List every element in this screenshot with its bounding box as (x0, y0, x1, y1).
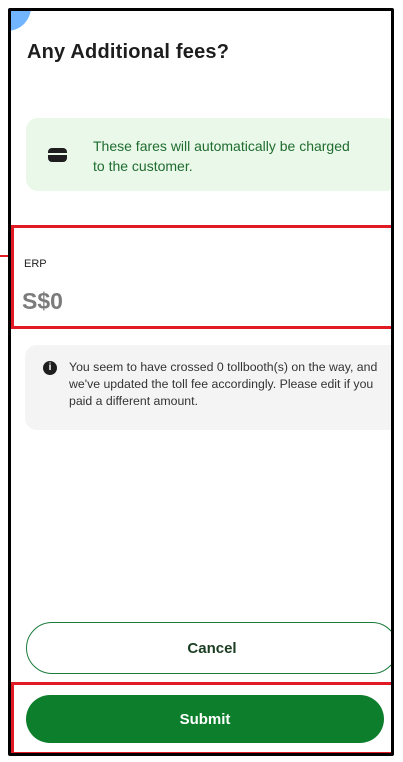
info-icon: i (43, 361, 57, 375)
submit-button[interactable]: Submit (26, 695, 384, 743)
erp-label: ERP (24, 258, 47, 270)
cancel-button[interactable]: Cancel (26, 622, 391, 674)
erp-field[interactable]: ERP S$0 (11, 225, 391, 329)
corner-decoration (11, 11, 31, 31)
card-icon (48, 148, 67, 162)
submit-highlight: Submit (11, 682, 391, 753)
notice-text: These fares will automatically be charge… (93, 138, 350, 174)
toll-info-box: i You seem to have crossed 0 tollbooth(s… (25, 345, 391, 430)
screen-frame: Any Additional fees? These fares will au… (8, 8, 394, 756)
auto-charge-notice: These fares will automatically be charge… (26, 118, 391, 191)
toll-info-text: You seem to have crossed 0 tollbooth(s) … (69, 360, 378, 408)
erp-amount-input[interactable]: S$0 (22, 288, 63, 315)
page-title: Any Additional fees? (27, 41, 230, 63)
highlight-pointer (0, 255, 8, 257)
